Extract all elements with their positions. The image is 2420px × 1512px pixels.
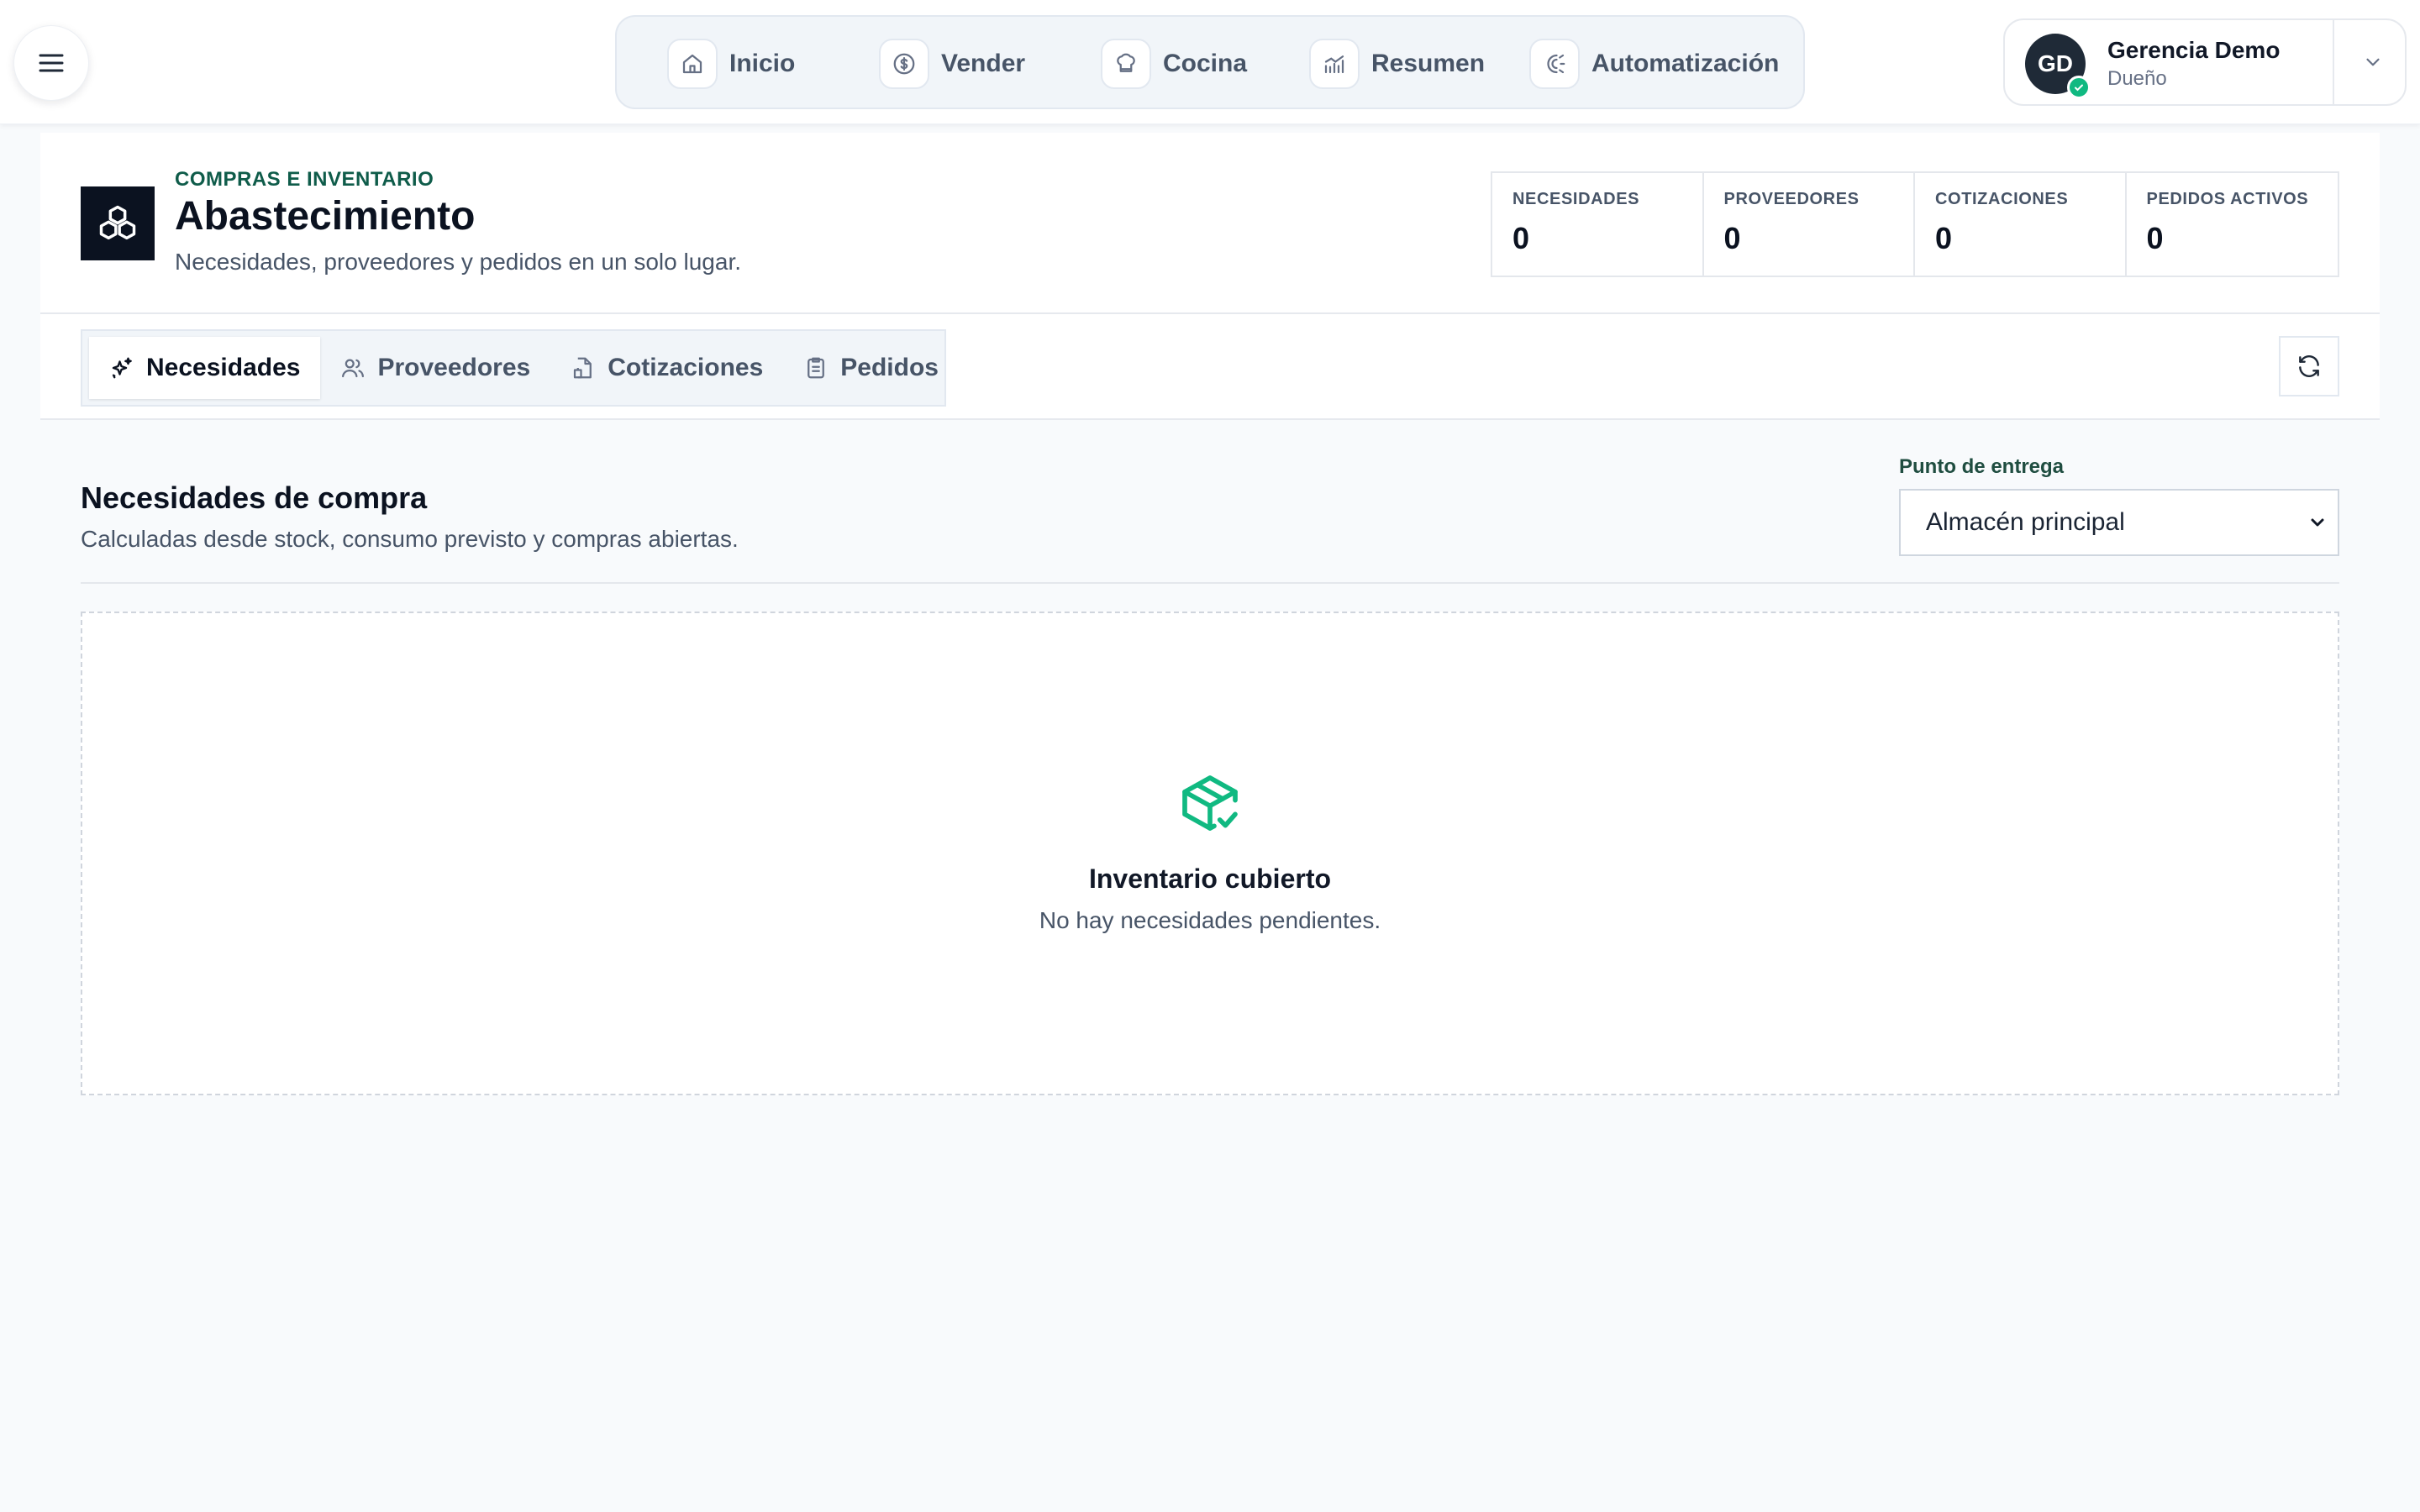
stat-necesidades: NECESIDADES 0 [1492, 173, 1704, 276]
bar-chart-icon [1309, 39, 1360, 89]
nav-item-resumen[interactable]: Resumen [1309, 39, 1485, 89]
user-divider [2333, 20, 2334, 104]
stat-proveedores: PROVEEDORES 0 [1704, 173, 1915, 276]
nav-item-vender[interactable]: Vender [879, 39, 1025, 89]
stat-value: 0 [2146, 221, 2164, 255]
stats-panel: NECESIDADES 0 PROVEEDORES 0 COTIZACIONES… [1491, 171, 2339, 277]
package-check-icon [1176, 769, 1244, 837]
stat-value: 0 [1723, 221, 1741, 255]
stat-value: 0 [1935, 221, 1953, 255]
user-role: Dueño [2107, 67, 2167, 90]
section-title: Necesidades de compra [81, 480, 428, 515]
boxes-icon [96, 202, 139, 245]
home-icon [667, 39, 718, 89]
nav-label: Resumen [1371, 50, 1486, 77]
page-eyebrow: COMPRAS E INVENTARIO [175, 168, 434, 191]
menu-button[interactable] [13, 25, 89, 101]
delivery-point-label: Punto de entrega [1899, 455, 2065, 478]
nav-label: Vender [941, 50, 1026, 77]
tab-label: Pedidos [840, 354, 939, 381]
tab-pedidos[interactable]: Pedidos [783, 337, 959, 399]
refresh-button[interactable] [2279, 336, 2339, 396]
tab-necesidades[interactable]: Necesidades [89, 337, 321, 399]
sparkles-icon [109, 355, 146, 381]
empty-subtitle: No hay necesidades pendientes. [1039, 907, 1381, 933]
tab-label: Cotizaciones [608, 354, 764, 381]
section-divider [81, 582, 2339, 584]
page-title: Abastecimiento [175, 194, 476, 239]
nav-label: Cocina [1163, 50, 1248, 77]
chef-hat-icon [1101, 39, 1151, 89]
select-value: Almacén principal [1926, 508, 2125, 536]
user-name: Gerencia Demo [2107, 37, 2281, 63]
user-menu-toggle[interactable] [2341, 20, 2405, 104]
tab-proveedores[interactable]: Proveedores [320, 337, 550, 399]
users-icon [340, 355, 377, 381]
dollar-circle-icon [879, 39, 929, 89]
nav-label: Inicio [729, 50, 796, 77]
top-bar: Inicio Vender Cocina Resumen Automatizac… [0, 0, 2420, 124]
page-header: COMPRAS E INVENTARIO Abastecimiento Nece… [40, 133, 2380, 314]
nav-item-automatizacion[interactable]: Automatización [1529, 39, 1779, 89]
tabs-bar: Necesidades Proveedores Cotizaciones Ped… [40, 314, 2380, 420]
nav-item-inicio[interactable]: Inicio [667, 39, 795, 89]
empty-state: Inventario cubierto No hay necesidades p… [81, 612, 2339, 1095]
section-subtitle: Calculadas desde stock, consumo previsto… [81, 526, 739, 552]
main-nav: Inicio Vender Cocina Resumen Automatizac… [615, 15, 1805, 109]
page-subtitle: Necesidades, proveedores y pedidos en un… [175, 249, 741, 275]
automation-icon [1529, 39, 1580, 89]
empty-title: Inventario cubierto [1088, 864, 1332, 894]
status-check-icon [2067, 76, 2091, 99]
chevron-down-icon [2307, 512, 2328, 533]
stat-label: COTIZACIONES [1935, 190, 2069, 208]
refresh-icon [2296, 353, 2323, 380]
tab-cotizaciones[interactable]: Cotizaciones [550, 337, 783, 399]
nav-label: Automatización [1591, 50, 1780, 77]
delivery-point-select[interactable]: Almacén principal [1899, 489, 2339, 556]
user-menu[interactable]: GD Gerencia Demo Dueño [2003, 18, 2407, 106]
stat-label: PROVEEDORES [1723, 190, 1860, 208]
stat-label: PEDIDOS ACTIVOS [2146, 190, 2309, 208]
tab-label: Necesidades [146, 354, 301, 381]
document-icon [571, 355, 608, 381]
nav-item-cocina[interactable]: Cocina [1101, 39, 1247, 89]
page-logo [81, 186, 155, 260]
hamburger-icon [39, 53, 64, 73]
chevron-down-icon [2362, 51, 2384, 73]
tab-label: Proveedores [377, 354, 531, 381]
stat-value: 0 [1512, 221, 1530, 255]
stat-cotizaciones: COTIZACIONES 0 [1915, 173, 2127, 276]
stat-label: NECESIDADES [1512, 190, 1640, 208]
tab-list: Necesidades Proveedores Cotizaciones Ped… [81, 329, 946, 407]
stat-pedidos-activos: PEDIDOS ACTIVOS 0 [2127, 173, 2338, 276]
clipboard-icon [803, 355, 840, 381]
